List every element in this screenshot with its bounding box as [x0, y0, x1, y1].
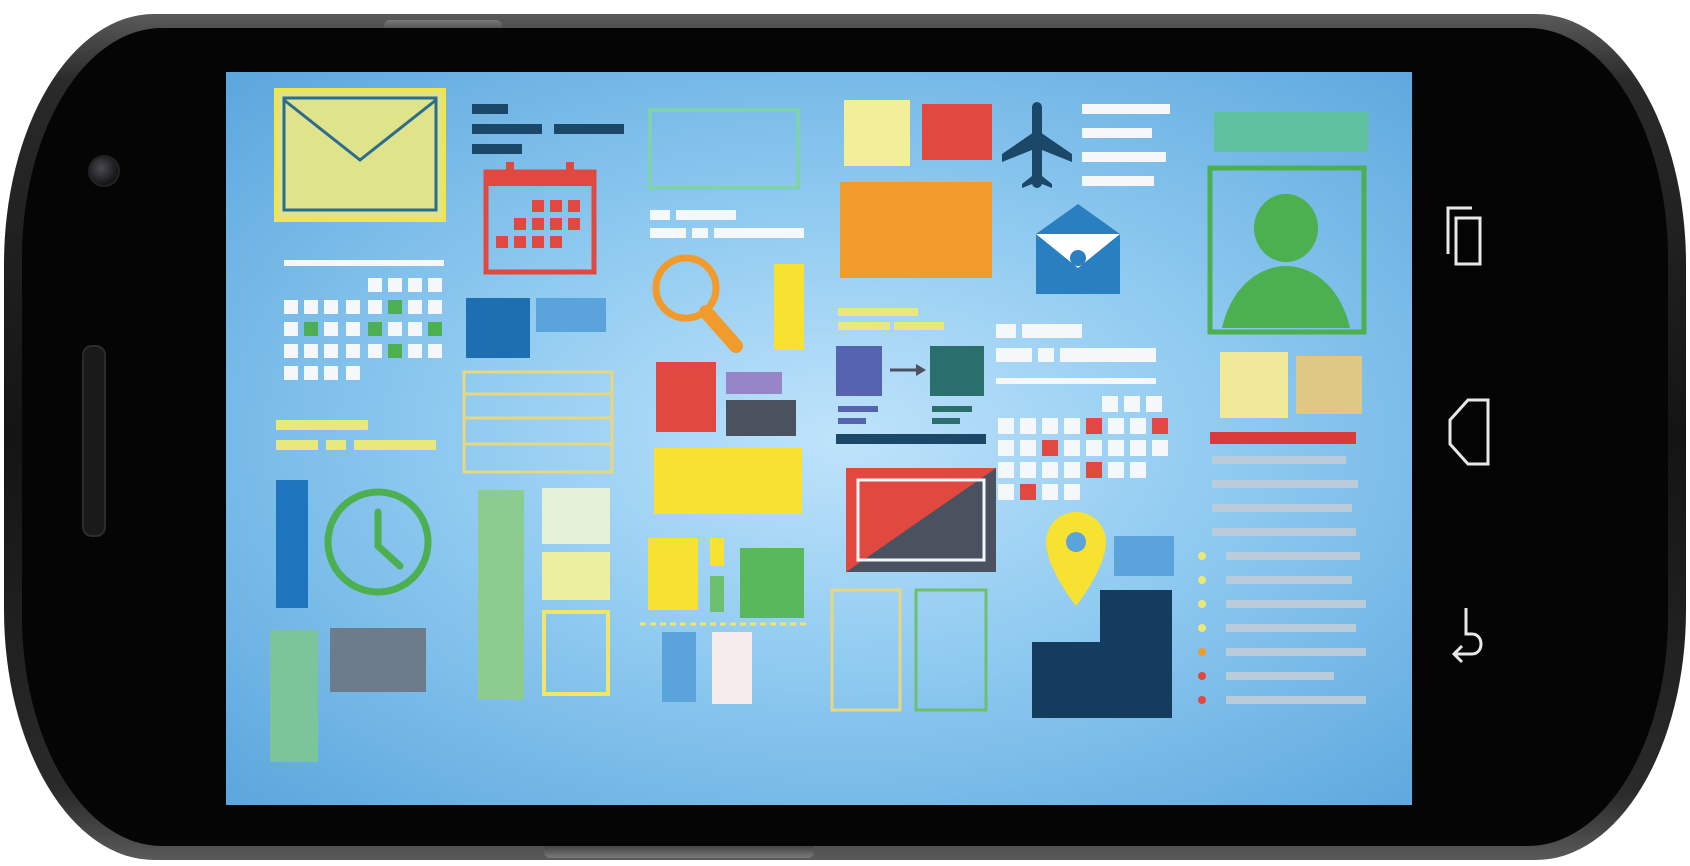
back-button[interactable]: [1432, 596, 1496, 676]
clock-icon: [324, 488, 432, 596]
navy-l-shape: [1032, 590, 1172, 718]
white-form-lines: [996, 324, 1156, 384]
divider-line: [284, 260, 444, 266]
airplane-icon: [1002, 102, 1072, 188]
lime-text-lines: [838, 308, 944, 330]
blue-square: [466, 298, 530, 358]
home-screen-wallpaper[interactable]: [226, 72, 1412, 805]
orange-block: [840, 182, 992, 278]
home-icon: [1448, 398, 1490, 466]
yellow-bar: [774, 264, 804, 350]
recent-apps-button[interactable]: [1432, 196, 1496, 276]
navy-text-lines: [472, 104, 624, 154]
red-block: [656, 362, 716, 432]
recent-apps-icon: [1446, 206, 1482, 266]
red-square: [922, 104, 992, 160]
purple-tile: [726, 372, 782, 394]
green-panel: [270, 630, 318, 762]
volume-button: [544, 844, 814, 858]
green-card: [740, 548, 804, 618]
open-envelope-icon: [1036, 204, 1120, 294]
pale-yellow-tile: [542, 552, 610, 600]
earpiece-speaker: [82, 345, 106, 537]
tan-outline: [830, 588, 902, 712]
schedule-grid-icon: [998, 396, 1168, 500]
teal-outline-card: [648, 108, 800, 190]
search-icon: [652, 254, 743, 353]
transfer-icon: [836, 346, 986, 444]
blue-tag: [1114, 536, 1174, 576]
yellow-text-lines: [276, 420, 436, 450]
contact-icon: [1207, 165, 1367, 335]
map-pin-icon: [1046, 512, 1106, 606]
pale-chip: [712, 632, 752, 704]
yellow-banner: [654, 448, 802, 514]
light-blue-tile: [536, 298, 606, 332]
pale-yellow-square: [844, 100, 910, 166]
cream-square: [1220, 352, 1288, 418]
green-column: [478, 490, 524, 700]
home-button[interactable]: [1432, 392, 1496, 472]
gray-list-lines: [1212, 456, 1358, 536]
blue-bar: [276, 480, 308, 608]
blue-chip: [662, 632, 696, 702]
bullet-list: [1198, 552, 1366, 704]
red-divider: [1210, 432, 1356, 444]
yellow-outline: [542, 610, 610, 696]
white-text-lines: [650, 210, 804, 238]
mail-icon: [274, 88, 446, 222]
calendar-icon: [483, 162, 597, 275]
yellow-chip: [710, 538, 724, 566]
tan-square: [1296, 356, 1362, 414]
teal-header: [1214, 112, 1368, 152]
card-with-diagonal: [846, 468, 996, 572]
dark-tile: [726, 400, 796, 436]
form-outline: [462, 370, 614, 474]
gray-card: [330, 628, 426, 692]
navigation-bar: [1412, 160, 1522, 700]
green-outline: [914, 588, 988, 712]
yellow-card: [648, 538, 698, 610]
pale-tile: [542, 488, 610, 544]
wallpaper-graphic: [270, 88, 1368, 762]
calendar-grid-icon: [284, 278, 442, 380]
front-camera-icon: [88, 155, 120, 187]
green-chip: [710, 576, 724, 612]
back-icon: [1451, 608, 1483, 664]
white-lines-right: [1082, 104, 1170, 186]
